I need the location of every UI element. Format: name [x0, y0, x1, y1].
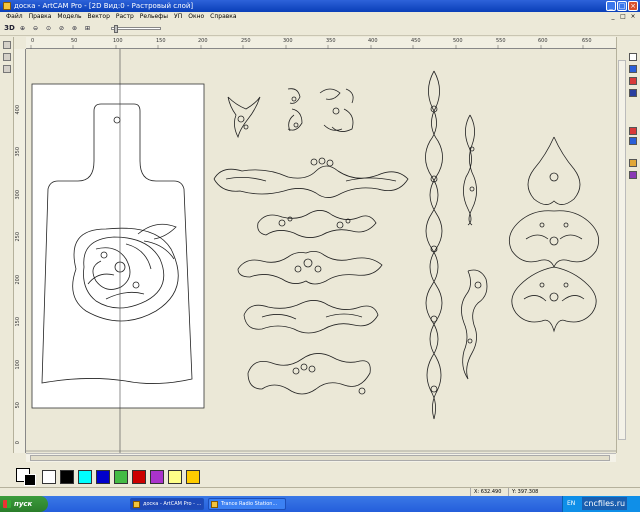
menu-model[interactable]: Модель [54, 12, 84, 22]
title-bar: доска - ArtCAM Pro - [2D Вид:0 - Растров… [0, 0, 640, 12]
menu-file[interactable]: Файл [3, 12, 26, 22]
ruler-left-label: 150 [15, 317, 21, 327]
color-tool-icon[interactable] [629, 171, 637, 179]
radio-task-icon [211, 501, 218, 508]
menu-toolpaths[interactable]: УП [171, 12, 185, 22]
palette-swatch[interactable] [168, 470, 182, 484]
view-toolbar: 3D ⊕ ⊖ ⊙ ⊘ ⊛ ⊞ [0, 22, 640, 36]
ruler-top-ticks [30, 45, 584, 49]
menu-window[interactable]: Окно [185, 12, 207, 22]
vectors-icon[interactable] [629, 89, 637, 97]
palette-swatch[interactable] [78, 470, 92, 484]
zoom-previous-icon[interactable]: ⊘ [56, 23, 67, 34]
mdi-restore-button[interactable]: □ [619, 13, 627, 21]
watermark-text: cncfiles.ru [582, 497, 628, 510]
ornament-middle-2[interactable] [237, 251, 383, 285]
design-canvas[interactable] [26, 49, 616, 453]
horizontal-scrollbar[interactable] [26, 453, 616, 462]
ruler-left-label: 350 [15, 147, 21, 157]
ornament-middle-1[interactable] [257, 210, 377, 238]
ruler-left-label: 50 [15, 402, 21, 409]
palette-swatch[interactable] [42, 470, 56, 484]
reliefs-icon[interactable] [629, 77, 637, 85]
mdi-close-button[interactable]: × [629, 13, 637, 21]
minimize-button[interactable]: _ [606, 1, 616, 11]
menu-bitmap[interactable]: Растр [113, 12, 137, 22]
vector-artwork[interactable] [26, 49, 616, 453]
ornament-border-vertical[interactable] [425, 70, 443, 420]
view-3d-button[interactable]: 3D [4, 23, 15, 34]
zoom-slider[interactable] [111, 25, 161, 33]
panel-toggle-icon[interactable] [629, 53, 637, 61]
layers-icon[interactable] [629, 65, 637, 73]
menu-edit[interactable]: Правка [26, 12, 55, 22]
artcam-window: доска - ArtCAM Pro - [2D Вид:0 - Растров… [0, 0, 640, 512]
zoom-slider-thumb[interactable] [114, 25, 118, 33]
artcam-task-icon [133, 501, 140, 508]
zoom-in-icon[interactable]: ⊕ [17, 23, 28, 34]
mdi-minimize-button[interactable]: _ [609, 13, 617, 21]
menu-help[interactable]: Справка [207, 12, 239, 22]
ornament-small-2[interactable] [287, 88, 303, 132]
left-dock-strip [0, 37, 14, 453]
task-label: доска - ArtCAM Pro - ... [143, 501, 202, 507]
zoom-out-icon[interactable]: ⊖ [30, 23, 41, 34]
ornament-small-1[interactable] [227, 96, 261, 139]
palette-swatch[interactable] [132, 470, 146, 484]
status-bar: X: 632.490 Y: 397.308 [0, 487, 640, 497]
palette-swatch[interactable] [96, 470, 110, 484]
assistant-panel-icon[interactable] [3, 53, 11, 61]
vertical-ruler: 400 350 300 250 200 150 100 50 0 [14, 49, 26, 453]
ruler-left-label: 250 [15, 232, 21, 242]
ruler-left-label: 200 [15, 275, 21, 285]
window-title: доска - ArtCAM Pro - [2D Вид:0 - Растров… [14, 2, 194, 10]
zoom-extents-icon[interactable]: ⊞ [82, 23, 93, 34]
layers-panel-icon[interactable] [3, 65, 11, 73]
zoom-box-icon[interactable]: ⊙ [43, 23, 54, 34]
menu-bar: Файл Правка Модель Вектор Растр Рельефы … [0, 12, 640, 22]
ornament-border-horizontal[interactable] [213, 157, 409, 198]
bitmap-tool-icon[interactable] [629, 159, 637, 167]
ornament-curl[interactable] [461, 269, 488, 380]
color-palette [0, 463, 640, 487]
start-button[interactable]: пуск [0, 496, 48, 512]
close-button[interactable]: × [628, 1, 638, 11]
ornament-border-narrow[interactable] [463, 114, 477, 226]
secondary-color-swatch[interactable] [24, 474, 36, 486]
windows-taskbar: пуск доска - ArtCAM Pro - ... Trance Rad… [0, 496, 640, 512]
ornament-small-3[interactable] [319, 88, 354, 132]
project-panel-icon[interactable] [3, 41, 11, 49]
task-radio[interactable]: Trance Radio Station... [208, 498, 286, 510]
palette-swatch[interactable] [60, 470, 74, 484]
task-artcam[interactable]: доска - ArtCAM Pro - ... [130, 498, 204, 510]
ornament-middle-3[interactable] [243, 300, 379, 334]
language-indicator[interactable]: EN [567, 500, 575, 507]
zoom-all-icon[interactable]: ⊛ [69, 23, 80, 34]
windows-flag-icon [3, 500, 11, 508]
palette-swatch[interactable] [150, 470, 164, 484]
palette-swatch[interactable] [114, 470, 128, 484]
maximize-button[interactable]: □ [617, 1, 627, 11]
red-tool-icon[interactable] [629, 127, 637, 135]
model-area[interactable] [31, 83, 205, 409]
ornament-middle-4[interactable] [247, 353, 371, 395]
ruler-left-label: 300 [15, 190, 21, 200]
horizontal-ruler: 0 50 100 150 200 250 300 350 400 450 500… [26, 37, 616, 49]
ruler-left-label: 400 [15, 105, 21, 115]
blue-tool-icon[interactable] [629, 137, 637, 145]
start-label: пуск [14, 500, 33, 508]
horizontal-scroll-thumb[interactable] [30, 455, 610, 461]
menu-reliefs[interactable]: Рельефы [137, 12, 171, 22]
ruler-left-label: 100 [15, 360, 21, 370]
ornament-large-symmetric[interactable] [508, 136, 600, 333]
artcam-app-icon [3, 2, 11, 10]
ruler-left-label: 0 [15, 441, 21, 445]
palette-swatch[interactable] [186, 470, 200, 484]
vertical-scrollbar[interactable] [618, 60, 626, 440]
task-label: Trance Radio Station... [221, 501, 278, 507]
menu-vector[interactable]: Вектор [84, 12, 112, 22]
